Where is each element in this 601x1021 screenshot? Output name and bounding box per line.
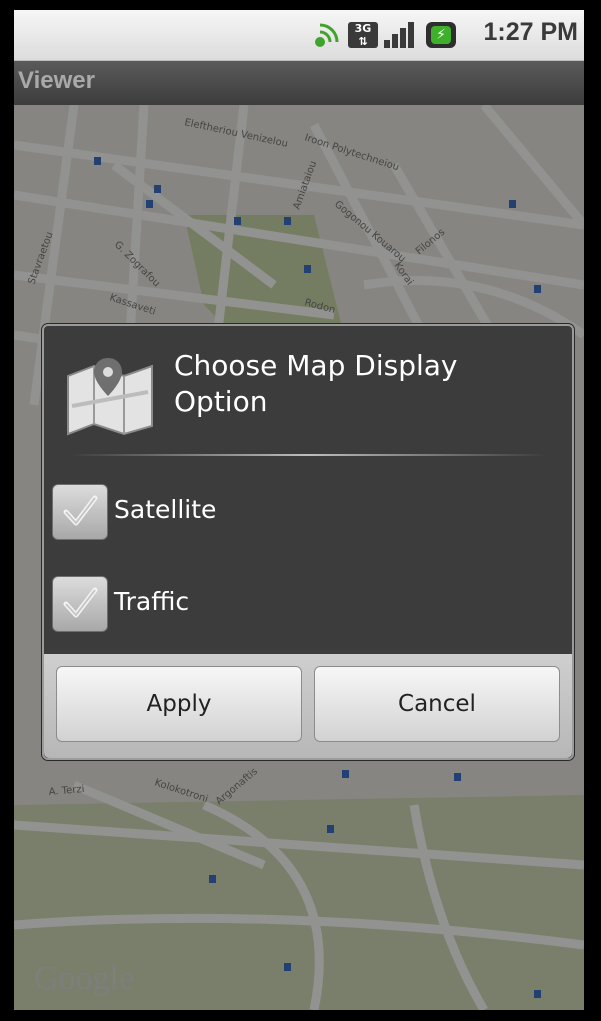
option-traffic[interactable]: Traffic <box>52 574 552 636</box>
phone-screen: 3G ⇅ ⚡ 1:27 PM Viewer Eleftheriou Venize… <box>14 10 584 1010</box>
cancel-button[interactable]: Cancel <box>314 666 560 742</box>
satellite-label: Satellite <box>114 495 217 524</box>
map-display-dialog: Choose Map Display Option Satellite Traf… <box>42 324 574 760</box>
check-icon <box>63 495 98 526</box>
apply-button[interactable]: Apply <box>56 666 302 742</box>
map-icon <box>67 358 153 436</box>
app-title-bar: Viewer <box>14 61 584 105</box>
status-bar: 3G ⇅ ⚡ 1:27 PM <box>14 10 584 61</box>
option-satellite[interactable]: Satellite <box>52 482 552 544</box>
signal-icon <box>384 22 418 48</box>
clock: 1:27 PM <box>483 18 578 46</box>
google-attribution: Google <box>34 960 135 997</box>
3g-network-icon: 3G ⇅ <box>348 22 378 48</box>
dialog-button-bar: Apply Cancel <box>44 654 572 758</box>
satellite-checkbox[interactable] <box>52 484 108 540</box>
dialog-title: Choose Map Display Option <box>174 349 458 418</box>
sync-icon <box>315 23 339 47</box>
traffic-checkbox[interactable] <box>52 576 108 632</box>
dialog-divider <box>70 454 546 456</box>
battery-charging-icon: ⚡ <box>426 22 456 48</box>
app-title: Viewer <box>18 67 95 94</box>
dialog-header: Choose Map Display Option <box>44 326 572 456</box>
network-label: 3G <box>354 22 372 35</box>
traffic-label: Traffic <box>114 587 190 616</box>
check-icon <box>63 587 98 618</box>
